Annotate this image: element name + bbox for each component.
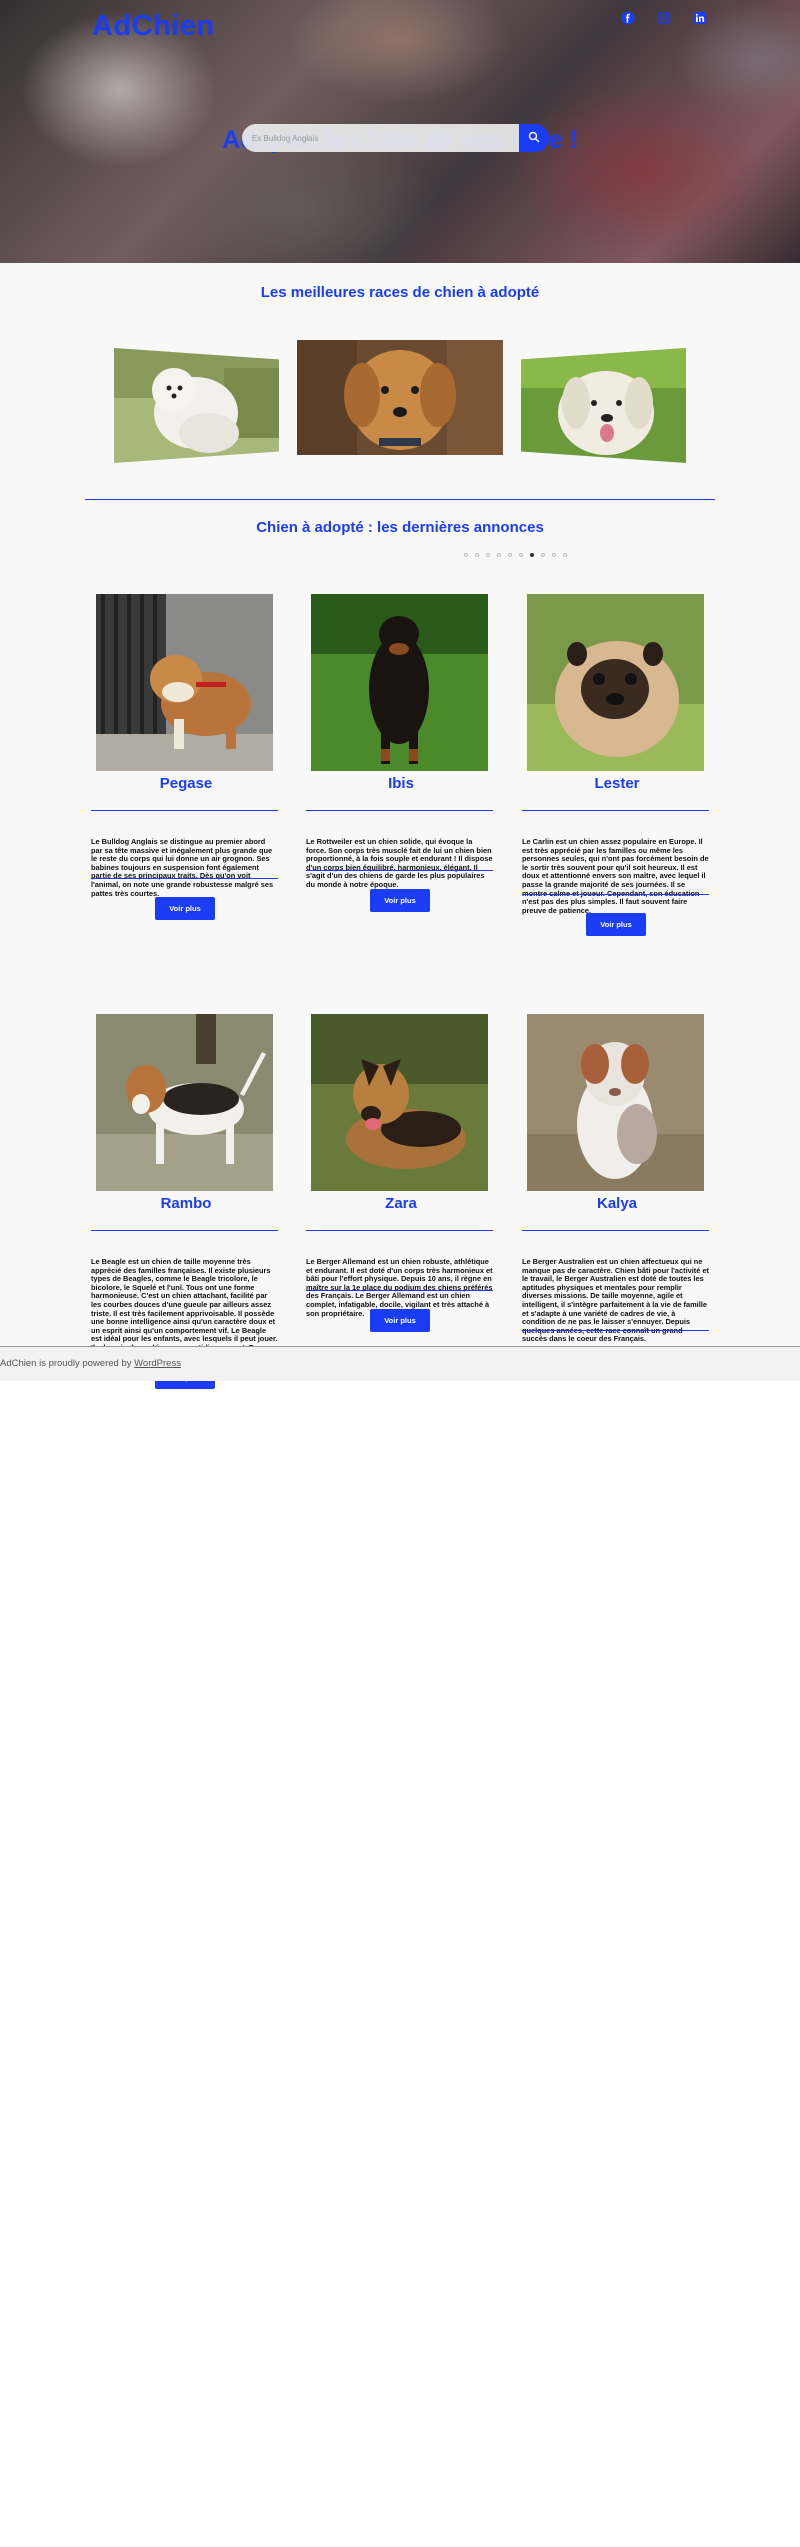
dog-card: Kalya Le Berger Australien est un chien …	[522, 1014, 712, 1372]
facebook-icon[interactable]	[620, 10, 636, 26]
wordpress-link[interactable]: WordPress	[134, 1358, 181, 1369]
card-divider	[306, 1230, 493, 1231]
carousel-dot[interactable]	[552, 553, 556, 557]
carousel-dot[interactable]	[508, 553, 512, 557]
card-divider	[306, 870, 493, 871]
card-divider	[91, 878, 278, 879]
listings-title: Chien à adopté : les dernières annonces	[256, 519, 544, 536]
card-divider	[91, 810, 278, 811]
see-more-button[interactable]: Voir plus	[370, 889, 430, 912]
breed-carousel[interactable]	[110, 340, 690, 557]
card-divider	[522, 810, 709, 811]
dog-description: Le Carlin est un chien assez populaire e…	[522, 837, 709, 915]
dog-card: Pegase Le Bulldog Anglais se distingue a…	[91, 594, 281, 924]
social-links	[620, 10, 708, 26]
carousel-dot[interactable]	[486, 553, 490, 557]
carousel-slide-golden-puppy[interactable]	[297, 340, 503, 455]
dog-photo	[311, 594, 488, 771]
dog-card: Ibis Le Rottweiler est un chien solide, …	[306, 594, 496, 924]
card-divider	[91, 1230, 278, 1231]
carousel-dot[interactable]	[519, 553, 523, 557]
search-input[interactable]	[242, 124, 520, 152]
site-footer: AdChien is proudly powered by WordPress	[0, 1346, 800, 1381]
featured-breeds-title: Les meilleures races de chien à adopté	[260, 284, 540, 301]
card-divider	[306, 810, 493, 811]
dog-description: Le Bulldog Anglais se distingue au premi…	[91, 837, 274, 898]
carousel-dots	[464, 553, 567, 557]
dog-name[interactable]: Kalya	[522, 1195, 712, 1212]
card-divider	[306, 1290, 493, 1291]
dog-photo	[311, 1014, 488, 1191]
carousel-dot[interactable]	[497, 553, 501, 557]
card-divider	[522, 894, 709, 895]
dog-name[interactable]: Ibis	[306, 775, 496, 792]
dog-name[interactable]: Rambo	[91, 1195, 281, 1212]
dog-description: Le Berger Australien est un chien affect…	[522, 1257, 709, 1344]
dog-photo	[527, 1014, 704, 1191]
hero-banner: AdChien Adopter le chien de vos rêve !	[0, 0, 800, 263]
see-more-button[interactable]: Voir plus	[155, 897, 215, 920]
carousel-dot[interactable]	[530, 553, 534, 557]
dog-card: Rambo Le Beagle est un chien de taille m…	[91, 1014, 281, 1389]
dog-photo	[527, 594, 704, 771]
section-divider	[85, 499, 715, 500]
see-more-button[interactable]: Voir plus	[586, 913, 646, 936]
dog-name[interactable]: Zara	[306, 1195, 496, 1212]
see-more-button[interactable]: Voir plus	[370, 1309, 430, 1332]
instagram-icon[interactable]	[656, 10, 672, 26]
carousel-dot[interactable]	[464, 553, 468, 557]
dog-name[interactable]: Lester	[522, 775, 712, 792]
carousel-dot[interactable]	[541, 553, 545, 557]
dog-name[interactable]: Pegase	[91, 775, 281, 792]
carousel-dot[interactable]	[475, 553, 479, 557]
dog-photo	[96, 1014, 273, 1191]
dog-description: Le Rottweiler est un chien solide, qui é…	[306, 837, 493, 889]
footer-text: AdChien is proudly powered by	[0, 1358, 135, 1369]
main-content: Les meilleures races de chien à adopté C…	[0, 263, 800, 1389]
search-button[interactable]	[519, 124, 549, 152]
carousel-dot[interactable]	[563, 553, 567, 557]
carousel-slide-white-retriever[interactable]	[521, 348, 686, 463]
card-divider	[522, 1230, 709, 1231]
search-bar	[242, 124, 549, 152]
site-logo[interactable]: AdChien	[92, 10, 215, 43]
dog-card: Zara Le Berger Allemand est un chien rob…	[306, 1014, 496, 1344]
dog-photo	[96, 594, 273, 771]
card-divider	[522, 1330, 709, 1331]
linkedin-icon[interactable]	[692, 10, 708, 26]
carousel-slide-bichon[interactable]	[114, 348, 279, 463]
dog-card: Lester Le Carlin est un chien assez popu…	[522, 594, 712, 936]
search-icon	[528, 131, 540, 146]
